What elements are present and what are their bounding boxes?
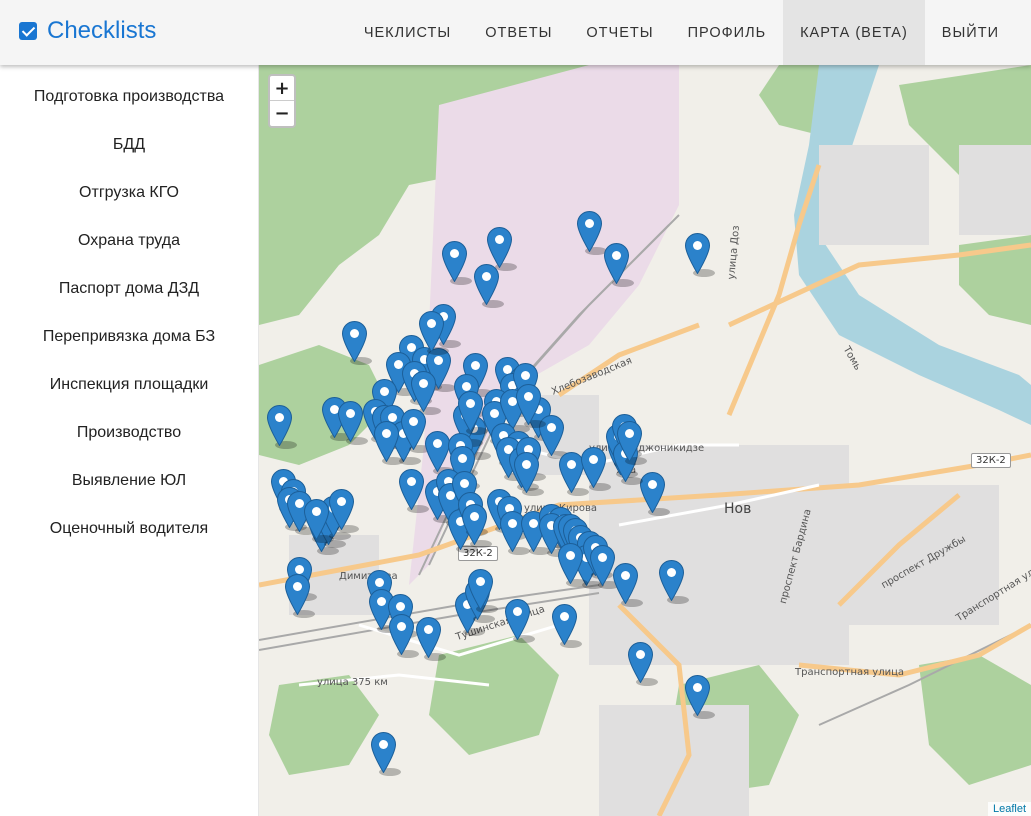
top-app-bar: Checklists ЧЕКЛИСТЫ ОТВЕТЫ ОТЧЕТЫ ПРОФИЛ…: [0, 0, 1031, 65]
nav-answers[interactable]: ОТВЕТЫ: [468, 0, 569, 65]
map-pin-icon[interactable]: [639, 471, 665, 514]
map-pin-icon[interactable]: [418, 310, 444, 353]
map-pin-icon[interactable]: [337, 400, 363, 443]
sidebar-item-house-passport[interactable]: Паспорт дома ДЗД: [0, 265, 258, 313]
map-pin-icon[interactable]: [551, 603, 577, 646]
map-pin-icon[interactable]: [580, 446, 606, 489]
map-label-transportnaya: Транспортная улица: [795, 667, 905, 678]
map-pin-icon[interactable]: [415, 616, 441, 659]
nav-logout[interactable]: ВЫЙТИ: [925, 0, 1016, 65]
sidebar-item-driver-evaluation[interactable]: Оценочный водителя: [0, 505, 258, 553]
map-pin-icon[interactable]: [370, 731, 396, 774]
map-pin-icon[interactable]: [576, 210, 602, 253]
map-pin-icon[interactable]: [557, 542, 583, 585]
nav-reports[interactable]: ОТЧЕТЫ: [569, 0, 670, 65]
map-pin-icon[interactable]: [467, 568, 493, 611]
map-pin-icon[interactable]: [266, 404, 292, 447]
map-pin-icon[interactable]: [612, 562, 638, 605]
sidebar-item-production-prep[interactable]: Подготовка производства: [0, 73, 258, 121]
map-pin-icon[interactable]: [658, 559, 684, 602]
nav-profile[interactable]: ПРОФИЛЬ: [671, 0, 784, 65]
zoom-out-button[interactable]: −: [270, 101, 294, 126]
map-pin-icon[interactable]: [328, 488, 354, 531]
map-pin-icon[interactable]: [461, 503, 487, 546]
checkbox-icon: [19, 22, 37, 40]
main-nav: ЧЕКЛИСТЫ ОТВЕТЫ ОТЧЕТЫ ПРОФИЛЬ КАРТА (BE…: [347, 0, 1016, 65]
sidebar-item-labor-safety[interactable]: Охрана труда: [0, 217, 258, 265]
zoom-in-button[interactable]: +: [270, 76, 294, 101]
map-pin-icon[interactable]: [457, 390, 483, 433]
map-pin-icon[interactable]: [473, 263, 499, 306]
map-pin-icon[interactable]: [603, 242, 629, 285]
brand[interactable]: Checklists: [19, 17, 156, 45]
map-pin-icon[interactable]: [684, 232, 710, 275]
map-pin-icon[interactable]: [616, 420, 642, 463]
map-pin-icon[interactable]: [424, 430, 450, 473]
sidebar-item-bdd[interactable]: БДД: [0, 121, 258, 169]
sidebar-item-house-rebinding[interactable]: Перепривязка дома БЗ: [0, 313, 258, 361]
road-badge-32k2-east: 32К-2: [971, 453, 1011, 468]
map-pin-icon[interactable]: [400, 408, 426, 451]
map-pin-icon[interactable]: [513, 451, 539, 494]
map-pin-icon[interactable]: [441, 240, 467, 283]
map-pin-icon[interactable]: [627, 641, 653, 684]
sidebar-item-legal-entities[interactable]: Выявление ЮЛ: [0, 457, 258, 505]
map-label-city: Нов: [724, 501, 752, 517]
checklist-sidebar: Подготовка производства БДД Отгрузка КГО…: [0, 65, 259, 816]
nav-checklists[interactable]: ЧЕКЛИСТЫ: [347, 0, 468, 65]
map-pin-icon[interactable]: [341, 320, 367, 363]
map-pin-icon[interactable]: [504, 598, 530, 641]
brand-title: Checklists: [47, 17, 157, 44]
nav-map-beta[interactable]: КАРТА (BETA): [783, 0, 925, 65]
map-pin-icon[interactable]: [684, 674, 710, 717]
map-pin-icon[interactable]: [373, 420, 399, 463]
sidebar-item-production[interactable]: Производство: [0, 409, 258, 457]
map-pin-icon[interactable]: [388, 613, 414, 656]
map-pin-icon[interactable]: [398, 468, 424, 511]
map-label-375km: улица 375 км: [317, 677, 388, 688]
map-view[interactable]: улица Кирова улица Орджоникидзе Хлебозав…: [259, 65, 1031, 816]
map-pin-icon[interactable]: [515, 383, 541, 426]
map-pin-icon[interactable]: [589, 544, 615, 587]
map-pin-icon[interactable]: [303, 498, 329, 541]
sidebar-item-site-inspection[interactable]: Инспекция площадки: [0, 361, 258, 409]
map-pin-icon[interactable]: [284, 573, 310, 616]
attribution-link[interactable]: Leaflet: [987, 802, 1031, 816]
map-pin-icon[interactable]: [486, 226, 512, 269]
zoom-control: + −: [268, 74, 296, 128]
sidebar-item-kgo-shipment[interactable]: Отгрузка КГО: [0, 169, 258, 217]
map-pin-icon[interactable]: [410, 370, 436, 413]
